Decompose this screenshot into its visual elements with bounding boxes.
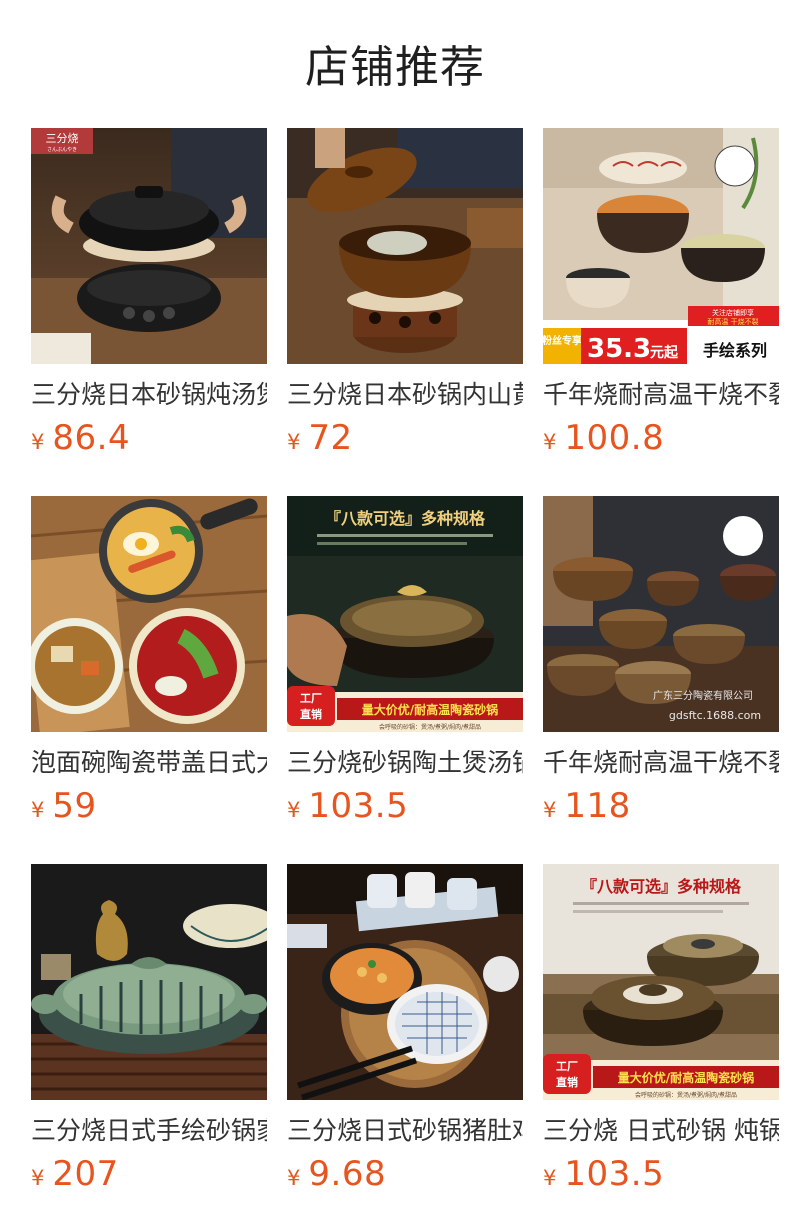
factory-badge-2: 直销: [556, 1075, 578, 1089]
banner-strip: 量大价优/耐高温陶瓷砂锅: [618, 1070, 754, 1085]
currency-symbol: ¥: [543, 798, 557, 822]
currency-symbol: ¥: [543, 430, 557, 454]
product-price: ¥ 100.8: [543, 418, 779, 458]
product-image[interactable]: [31, 496, 267, 732]
product-grid: 三分烧 さんぶんやき 三分烧日本砂锅炖汤煲 ¥ 86.4 三分烧日本砂锅内山黄 …: [0, 128, 790, 1232]
factory-badge: 工厂: [300, 692, 322, 705]
product-price: ¥ 103.5: [287, 786, 523, 826]
product-card[interactable]: 三分烧日式手绘砂锅家 ¥ 207: [31, 864, 267, 1232]
promo-line2: 耐高温 干烧不裂: [707, 317, 758, 326]
series-label: 手绘系列: [703, 341, 767, 360]
currency-symbol: ¥: [287, 430, 301, 454]
banner-headline: 『八款可选』多种规格: [581, 877, 742, 896]
banner-strip: 量大价优/耐高温陶瓷砂锅: [362, 702, 498, 717]
promo-price: 35.3: [587, 334, 651, 364]
price-amount: 72: [308, 418, 353, 458]
banner-sub: 会呼吸的砂锅：煲汤/煮粥/焖肉/煮甜品: [635, 1091, 737, 1099]
product-image[interactable]: 三分烧 さんぶんやき: [31, 128, 267, 364]
currency-symbol: ¥: [287, 798, 301, 822]
promo-unit: 元起: [650, 344, 679, 361]
product-image[interactable]: [287, 128, 523, 364]
product-card[interactable]: 广东三分陶瓷有限公司 gdsftc.1688.com 千年烧耐高温干烧不裂 ¥ …: [543, 496, 779, 864]
product-price: ¥ 86.4: [31, 418, 267, 458]
price-amount: 103.5: [308, 786, 409, 826]
product-image[interactable]: 关注店铺即享 耐高温 干烧不裂 粉丝专享 35.3 元起 手绘系列: [543, 128, 779, 364]
factory-badge-2: 直销: [300, 707, 322, 721]
product-title[interactable]: 三分烧 日式砂锅 炖锅: [543, 1114, 779, 1148]
fans-tag: 粉丝专享: [543, 334, 582, 347]
product-title[interactable]: 三分烧日本砂锅内山黄: [287, 378, 523, 412]
price-amount: 207: [52, 1154, 119, 1194]
product-card[interactable]: 关注店铺即享 耐高温 干烧不裂 粉丝专享 35.3 元起 手绘系列 千年烧耐高温…: [543, 128, 779, 496]
product-title[interactable]: 三分烧砂锅陶土煲汤锅: [287, 746, 523, 780]
price-amount: 100.8: [564, 418, 665, 458]
currency-symbol: ¥: [31, 430, 45, 454]
page-header: 店铺推荐: [0, 0, 790, 128]
product-card[interactable]: 『八款可选』多种规格 工厂 直销 量大价优/耐高温陶瓷砂锅 会呼吸的砂锅：煲汤/…: [543, 864, 779, 1232]
price-amount: 9.68: [308, 1154, 387, 1194]
promo-line1: 关注店铺即享: [712, 308, 754, 317]
product-title[interactable]: 三分烧日式手绘砂锅家: [31, 1114, 267, 1148]
product-price: ¥ 9.68: [287, 1154, 523, 1194]
page-title: 店铺推荐: [305, 42, 485, 93]
product-title[interactable]: 泡面碗陶瓷带盖日式大: [31, 746, 267, 780]
watermark-url: gdsftc.1688.com: [669, 709, 761, 722]
price-amount: 86.4: [52, 418, 131, 458]
factory-badge: 工厂: [556, 1060, 578, 1073]
product-title[interactable]: 三分烧日本砂锅炖汤煲: [31, 378, 267, 412]
product-price: ¥ 72: [287, 418, 523, 458]
product-price: ¥ 207: [31, 1154, 267, 1194]
currency-symbol: ¥: [31, 1166, 45, 1190]
product-card[interactable]: 『八款可选』多种规格 工厂 直销 量大价优/耐高温陶瓷砂锅 会呼吸的砂锅：煲汤/…: [287, 496, 523, 864]
product-image[interactable]: [287, 864, 523, 1100]
price-amount: 103.5: [564, 1154, 665, 1194]
product-image[interactable]: 『八款可选』多种规格 工厂 直销 量大价优/耐高温陶瓷砂锅 会呼吸的砂锅：煲汤/…: [543, 864, 779, 1100]
product-card[interactable]: 泡面碗陶瓷带盖日式大 ¥ 59: [31, 496, 267, 864]
watermark-company: 广东三分陶瓷有限公司: [653, 689, 753, 702]
product-price: ¥ 118: [543, 786, 779, 826]
product-price: ¥ 103.5: [543, 1154, 779, 1194]
product-card[interactable]: 三分烧日式砂锅猪肚鸡 ¥ 9.68: [287, 864, 523, 1232]
currency-symbol: ¥: [31, 798, 45, 822]
product-card[interactable]: 三分烧 さんぶんやき 三分烧日本砂锅炖汤煲 ¥ 86.4: [31, 128, 267, 496]
banner-sub: 会呼吸的砂锅：煲汤/煮粥/焖肉/煮甜品: [379, 723, 481, 731]
product-title[interactable]: 千年烧耐高温干烧不裂: [543, 746, 779, 780]
product-card[interactable]: 三分烧日本砂锅内山黄 ¥ 72: [287, 128, 523, 496]
product-price: ¥ 59: [31, 786, 267, 826]
product-image[interactable]: 广东三分陶瓷有限公司 gdsftc.1688.com: [543, 496, 779, 732]
brand-logo: 三分烧: [46, 132, 79, 145]
product-image[interactable]: [31, 864, 267, 1100]
price-amount: 118: [564, 786, 631, 826]
banner-headline: 『八款可选』多种规格: [325, 509, 486, 528]
product-title[interactable]: 千年烧耐高温干烧不裂: [543, 378, 779, 412]
currency-symbol: ¥: [287, 1166, 301, 1190]
product-title[interactable]: 三分烧日式砂锅猪肚鸡: [287, 1114, 523, 1148]
product-image[interactable]: 『八款可选』多种规格 工厂 直销 量大价优/耐高温陶瓷砂锅 会呼吸的砂锅：煲汤/…: [287, 496, 523, 732]
brand-logo-sub: さんぶんやき: [47, 146, 77, 153]
price-amount: 59: [52, 786, 97, 826]
currency-symbol: ¥: [543, 1166, 557, 1190]
